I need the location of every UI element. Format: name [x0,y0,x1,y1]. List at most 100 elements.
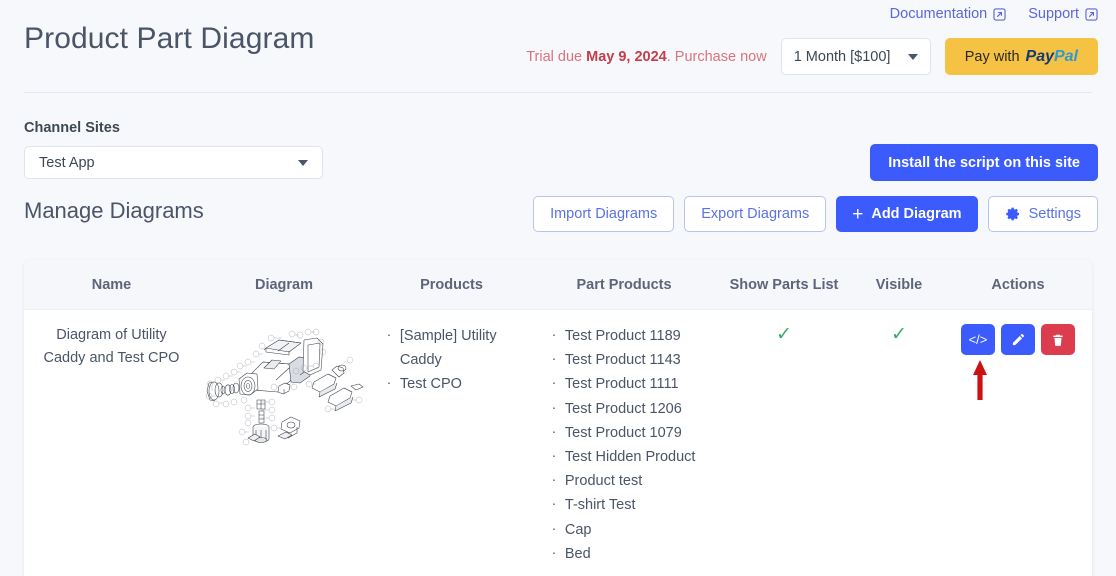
part-product-label: Test Product 1143 [564,352,681,369]
list-item: . Test Product 1206 [552,395,714,421]
page-title: Product Part Diagram [24,22,315,55]
bullet-icon: . [387,371,391,388]
pencil-icon [1011,332,1026,347]
settings-button[interactable]: Settings [987,196,1098,232]
column-header-part-products: Part Products [576,276,672,293]
column-header-name: Name [91,276,132,293]
product-label: [Sample] Utility Caddy [399,328,497,369]
channel-site-select[interactable]: Test App [24,146,323,179]
bullet-icon: . [552,371,556,388]
bullet-icon: . [552,323,556,339]
bullet-icon: . [552,419,556,436]
product-label: Test CPO [399,376,462,393]
trial-suffix: . Purchase now [666,48,767,65]
paypal-logo: PayPal [1026,48,1078,66]
settings-label: Settings [1028,206,1081,222]
chevron-down-icon [298,159,308,166]
support-label: Support [1028,6,1079,22]
bullet-icon: . [552,444,556,461]
paypal-button-label: Pay with [964,48,1020,65]
cell-products: . [Sample] Utility Caddy . Test CPO [369,323,534,566]
part-product-label: Cap [564,521,592,538]
column-header-show-parts-list: Show Parts List [729,276,839,293]
part-product-label: Test Product 1111 [564,376,679,393]
header-divider [24,92,1092,93]
list-item: . [Sample] Utility Caddy [387,323,534,372]
bullet-icon: . [552,468,556,485]
paypal-logo-pal: Pal [1053,47,1078,65]
gear-icon [1005,206,1021,222]
part-product-label: T-shirt Test [564,497,636,514]
list-item: . T-shirt Test [552,493,714,517]
documentation-link[interactable]: Documentation [890,6,1007,22]
exploded-parts-diagram-thumbnail[interactable] [204,324,364,449]
list-item: . Test Product 1189 [552,323,714,348]
external-link-icon [1085,7,1098,21]
column-header-products: Products [420,276,483,293]
part-product-label: Bed [564,545,591,562]
import-diagrams-button[interactable]: Import Diagrams [533,196,675,232]
channel-site-value: Test App [39,154,95,171]
embed-code-button[interactable]: </> [961,324,995,355]
list-item: . Test Hidden Product [552,444,714,469]
plan-select[interactable]: 1 Month [$100] [780,38,931,75]
list-item: . Test Product 1143 [552,347,714,372]
list-item: . Test Product 1079 [552,419,714,445]
bullet-icon: . [387,323,391,339]
manage-diagrams-title: Manage Diagrams [24,198,204,223]
list-item: . Product test [552,468,714,493]
check-icon: ✓ [891,324,907,345]
column-header-diagram: Diagram [254,276,314,293]
trial-date: May 9, 2024 [586,48,667,65]
table-row: Diagram of Utility Caddy and Test CPO . … [24,310,1092,566]
add-diagram-button[interactable]: + Add Diagram [836,196,978,232]
chevron-down-icon [907,53,918,60]
import-diagrams-label: Import Diagrams [550,206,658,222]
paypal-logo-pay: Pay [1025,47,1054,65]
edit-button[interactable] [1001,324,1035,355]
plus-icon: + [852,203,864,225]
support-link[interactable]: Support [1028,6,1098,22]
trial-notice: Trial due May 9, 2024. Purchase now [526,49,766,65]
cell-show-parts-list: ✓ [714,324,854,566]
top-links: Documentation Support [890,6,1098,22]
part-product-label: Product test [564,473,643,490]
documentation-label: Documentation [889,6,988,22]
column-header-visible: Visible [875,276,923,293]
table-header-row: Name Diagram Products Part Products Show… [24,260,1092,310]
app-page: Documentation Support Product Part Diagr… [0,0,1116,576]
cell-visible: ✓ [854,324,944,566]
trash-icon [1051,333,1065,347]
column-header-actions: Actions [991,276,1045,293]
external-link-icon [993,7,1006,21]
code-icon: </> [968,332,988,347]
bullet-icon: . [552,540,556,557]
channel-sites-label: Channel Sites [24,120,120,136]
part-product-label: Test Product 1079 [564,424,682,441]
pay-with-paypal-button[interactable]: Pay with PayPal [944,38,1098,75]
part-product-label: Test Product 1206 [564,400,682,417]
cell-part-products: . Test Product 1189 . Test Product 1143 . T… [534,323,714,566]
bullet-icon: . [552,395,556,412]
list-item: . Bed [552,540,714,566]
cell-diagram[interactable] [199,324,369,566]
diagrams-table-card: Name Diagram Products Part Products Show… [24,260,1092,576]
part-product-label: Test Hidden Product [564,449,696,466]
action-buttons: </> [944,324,1092,400]
red-arrow-annotation [971,359,989,401]
part-product-label: Test Product 1189 [564,328,681,344]
export-diagrams-button[interactable]: Export Diagrams [684,196,827,232]
list-item: . Test Product 1111 [552,372,714,396]
delete-button[interactable] [1041,324,1075,355]
bullet-icon: . [552,492,556,509]
export-diagrams-label: Export Diagrams [701,206,810,222]
diagrams-toolbar: Import Diagrams Export Diagrams + Add Di… [533,196,1098,232]
install-script-button[interactable]: Install the script on this site [870,144,1098,181]
trial-prefix: Trial due [526,48,587,65]
bullet-icon: . [552,516,556,533]
list-item: . Test CPO [387,372,534,396]
plan-select-value: 1 Month [$100] [793,48,891,65]
list-item: . Cap [552,516,714,542]
check-icon: ✓ [776,324,792,345]
bullet-icon: . [552,347,556,364]
